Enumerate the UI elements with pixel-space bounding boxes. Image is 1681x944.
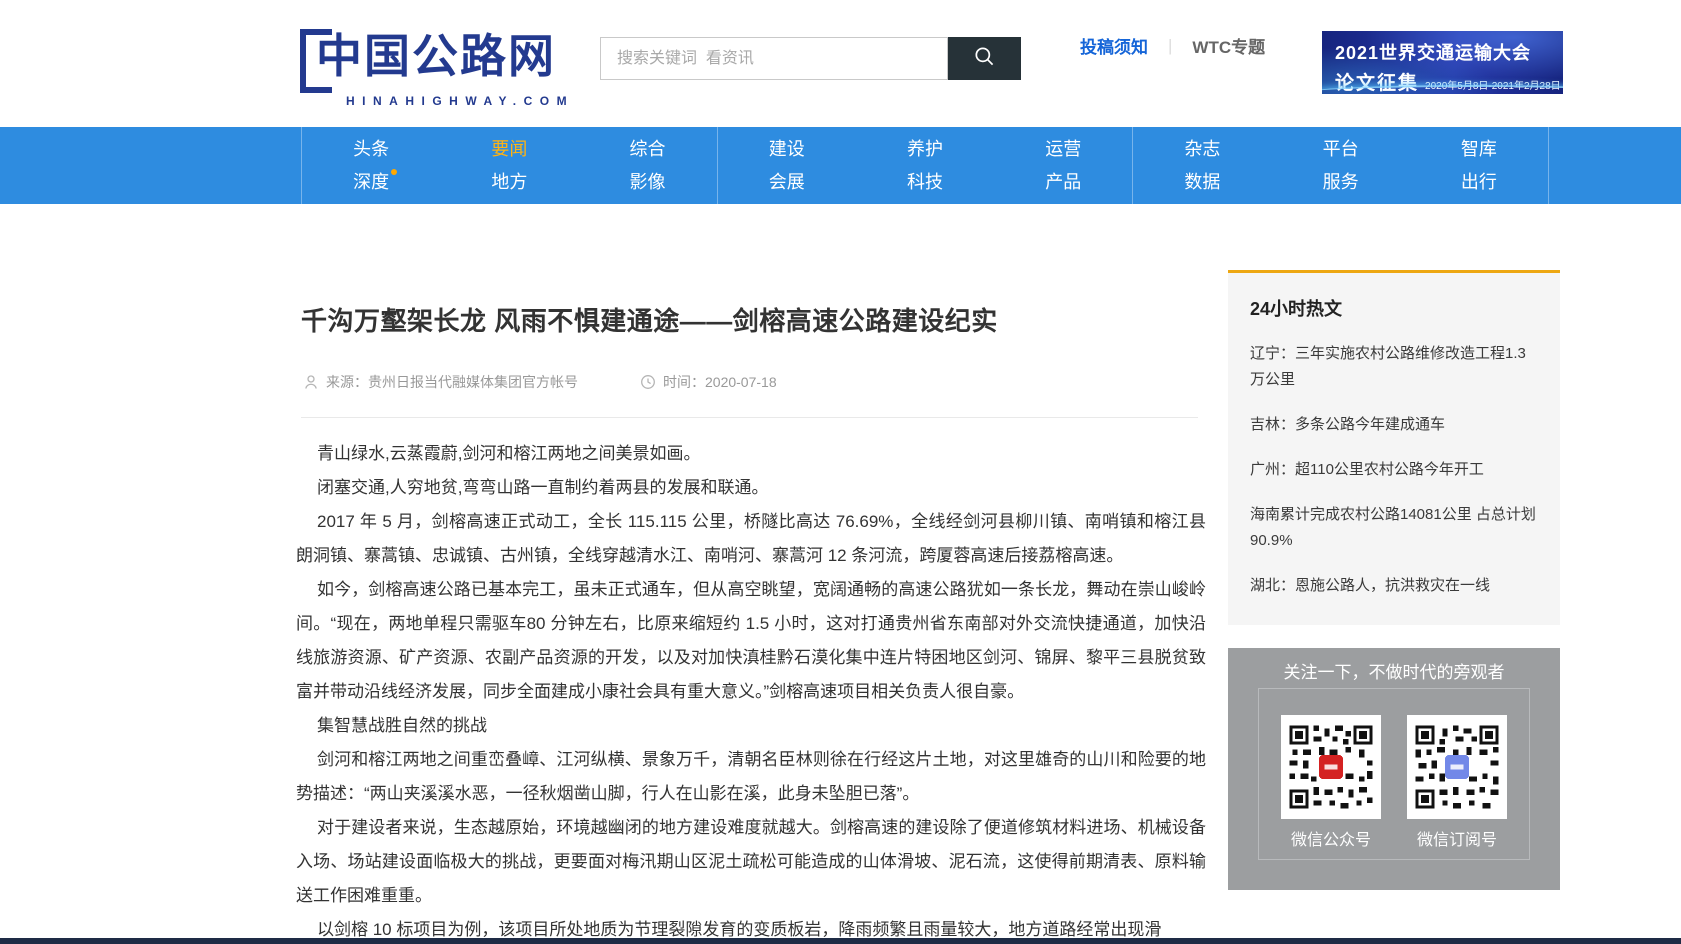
article-paragraph: 对于建设者来说，生态越原始，环境越幽闭的地方建设难度就越大。剑榕高速的建设除了便…	[296, 811, 1206, 913]
hot-article-link[interactable]: 辽宁：三年实施农村公路维修改造工程1.3万公里	[1250, 341, 1538, 393]
new-dot-icon	[391, 169, 397, 175]
nav-column-yaowen: 要闻 地方	[440, 127, 578, 204]
banner-title: 2021世界交通运输大会	[1335, 39, 1563, 65]
nav-column-pingtai: 平台 服务	[1272, 127, 1410, 204]
article-source: 来源：贵州日报当代融媒体集团官方帐号	[303, 372, 578, 392]
conference-banner-ad[interactable]: 2021世界交通运输大会 论文征集 2020年5月8日-2021年2月28日	[1322, 31, 1563, 94]
article-paragraph: 2017 年 5 月，剑榕高速正式动工，全长 115.115 公里，桥隧比高达 …	[296, 505, 1206, 573]
article-time-text: 时间：2020-07-18	[663, 372, 777, 392]
article-source-text: 来源：贵州日报当代融媒体集团官方帐号	[326, 372, 578, 392]
nav-column-toutiao: 头条 深度	[302, 127, 440, 204]
nav-column-yunying: 运营 产品	[994, 127, 1133, 204]
nav-item-keji[interactable]: 科技	[907, 173, 943, 191]
header-links: 投稿须知 | WTC专题	[1080, 33, 1265, 58]
clock-icon	[640, 374, 656, 390]
nav-column-yanghu: 养护 科技	[856, 127, 994, 204]
search-icon	[972, 44, 998, 73]
article-paragraph: 青山绿水,云蒸霞蔚,剑河和榕江两地之间美景如画。	[296, 437, 1206, 471]
article-divider	[301, 417, 1198, 418]
footer-top-strip	[0, 938, 1681, 944]
article-time: 时间：2020-07-18	[640, 372, 777, 392]
article-body: 青山绿水,云蒸霞蔚,剑河和榕江两地之间美景如画。 闭塞交通,人穷地贫,弯弯山路一…	[296, 437, 1206, 944]
article-paragraph: 如今，剑榕高速公路已基本完工，虽未正式通车，但从高空眺望，宽阔通畅的高速公路犹如…	[296, 573, 1206, 709]
search-input[interactable]	[601, 38, 947, 79]
link-submission-notice[interactable]: 投稿须知	[1080, 33, 1148, 58]
wechat-subscription-qr-code	[1407, 715, 1507, 819]
nav-column-jianshe: 建设 会展	[718, 127, 856, 204]
search-button[interactable]	[948, 37, 1021, 80]
nav-item-chuxing[interactable]: 出行	[1461, 173, 1497, 191]
nav-item-yanghu[interactable]: 养护	[907, 140, 943, 158]
nav-item-chanpin[interactable]: 产品	[1045, 173, 1081, 191]
logo-title: 中国公路网	[316, 26, 556, 86]
nav-item-difang[interactable]: 地方	[491, 173, 527, 191]
nav-item-pingtai[interactable]: 平台	[1323, 140, 1359, 158]
nav-item-yunying[interactable]: 运营	[1045, 140, 1081, 158]
wechat-public-label: 微信公众号	[1281, 826, 1381, 850]
site-logo[interactable]: 中国公路网 HINAHIGHWAY.COM	[300, 26, 574, 108]
wechat-subscription-label: 微信订阅号	[1407, 826, 1507, 850]
article-paragraph: 剑河和榕江两地之间重峦叠嶂、江河纵横、景象万千，清朝名臣林则徐在行经这片土地，对…	[296, 743, 1206, 811]
logo-subtitle: HINAHIGHWAY.COM	[346, 94, 574, 108]
article-meta: 来源：贵州日报当代融媒体集团官方帐号 时间：2020-07-18	[303, 372, 777, 392]
nav-item-toutiao[interactable]: 头条	[353, 140, 389, 158]
wechat-follow-panel: 关注一下，不做时代的旁观者	[1228, 648, 1560, 890]
wechat-public-qr-code	[1281, 715, 1381, 819]
follow-panel-title: 关注一下，不做时代的旁观者	[1228, 658, 1560, 683]
main-navigation: 头条 深度 要闻 地方 综合 影像 建设 会展 养护 科技 运营 产品	[0, 127, 1681, 204]
nav-item-yaowen-active[interactable]: 要闻	[491, 140, 527, 158]
header: 中国公路网 HINAHIGHWAY.COM 投稿须知 | WTC专题 2021世…	[0, 0, 1681, 127]
nav-item-yingxiang[interactable]: 影像	[630, 173, 666, 191]
hot-article-link[interactable]: 吉林：多条公路今年建成通车	[1250, 412, 1538, 438]
search-box	[600, 37, 948, 80]
nav-column-zhiku: 智库 出行	[1410, 127, 1549, 204]
nav-item-shuju[interactable]: 数据	[1184, 173, 1220, 191]
banner-swoosh-decoration	[1322, 85, 1563, 94]
person-icon	[303, 374, 319, 390]
hot-articles-title: 24小时热文	[1250, 295, 1538, 321]
nav-item-shendu[interactable]: 深度	[353, 173, 389, 191]
nav-item-zazhi[interactable]: 杂志	[1184, 140, 1220, 158]
nav-column-zonghe: 综合 影像	[578, 127, 717, 204]
hot-article-link[interactable]: 海南累计完成农村公路14081公里 占总计划90.9%	[1250, 502, 1538, 554]
nav-column-zazhi: 杂志 数据	[1133, 127, 1271, 204]
article-paragraph: 集智慧战胜自然的挑战	[296, 709, 1206, 743]
link-wtc-special[interactable]: WTC专题	[1192, 33, 1265, 58]
nav-item-fuwu[interactable]: 服务	[1323, 173, 1359, 191]
hot-article-link[interactable]: 湖北：恩施公路人，抗洪救灾在一线	[1250, 573, 1538, 599]
page: 中国公路网 HINAHIGHWAY.COM 投稿须知 | WTC专题 2021世…	[0, 0, 1681, 944]
nav-item-jianshe[interactable]: 建设	[769, 140, 805, 158]
nav-item-zhiku[interactable]: 智库	[1461, 140, 1497, 158]
article-title: 千沟万壑架长龙 风雨不惧建通途——剑榕高速公路建设纪实	[301, 301, 998, 338]
hot-article-link[interactable]: 广州：超110公里农村公路今年开工	[1250, 457, 1538, 483]
hot-articles-panel: 24小时热文 辽宁：三年实施农村公路维修改造工程1.3万公里 吉林：多条公路今年…	[1228, 270, 1560, 625]
links-divider: |	[1168, 36, 1172, 56]
nav-item-huizhan[interactable]: 会展	[769, 173, 805, 191]
nav-item-zonghe[interactable]: 综合	[630, 140, 666, 158]
article-paragraph: 闭塞交通,人穷地贫,弯弯山路一直制约着两县的发展和联通。	[296, 471, 1206, 505]
